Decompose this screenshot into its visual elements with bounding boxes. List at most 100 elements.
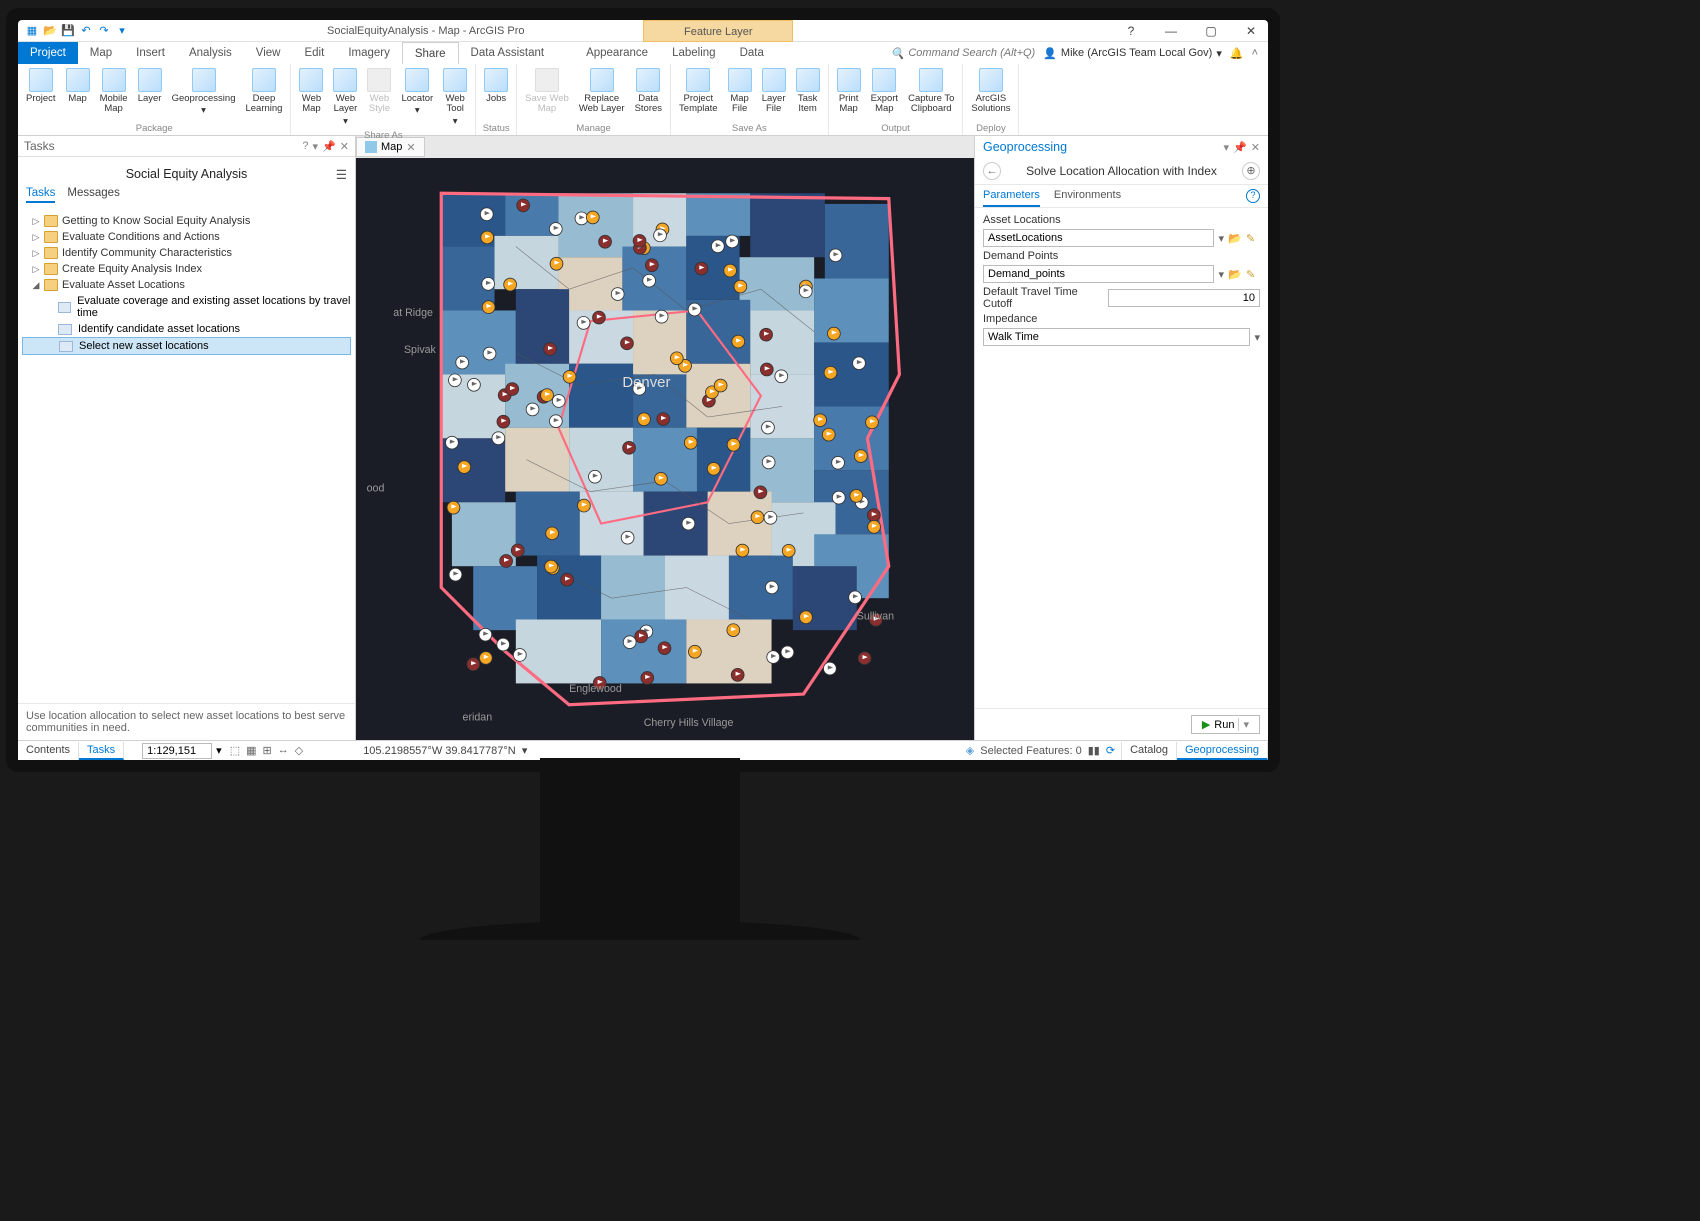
- ribbon-layer-file[interactable]: Layer File: [758, 66, 790, 122]
- task-group[interactable]: ▷Create Equity Analysis Index: [22, 261, 351, 277]
- dropdown-icon[interactable]: ▾: [216, 744, 222, 757]
- ribbon-project[interactable]: Project: [22, 66, 60, 122]
- new-project-icon[interactable]: ▦: [24, 23, 40, 39]
- demand-points-input[interactable]: [983, 265, 1214, 283]
- menu-imagery[interactable]: Imagery: [336, 42, 402, 64]
- status-tab-tasks[interactable]: Tasks: [79, 742, 124, 760]
- notifications-icon[interactable]: 🔔: [1230, 47, 1244, 60]
- menu-data-assistant[interactable]: Data Assistant: [459, 42, 557, 64]
- select-tool-icon[interactable]: ⬚: [230, 744, 240, 757]
- status-tab-contents[interactable]: Contents: [18, 742, 79, 760]
- tab-tasks[interactable]: Tasks: [26, 187, 55, 203]
- tool-help-icon[interactable]: ?: [1246, 189, 1260, 203]
- ribbon-locator[interactable]: Locator▾: [397, 66, 437, 129]
- menu-labeling[interactable]: Labeling: [660, 42, 727, 64]
- ribbon-web-tool[interactable]: Web Tool▾: [439, 66, 471, 129]
- pause-icon[interactable]: ▮▮: [1088, 744, 1100, 757]
- tab-parameters[interactable]: Parameters: [983, 189, 1040, 207]
- tab-messages[interactable]: Messages: [67, 187, 119, 203]
- menu-share[interactable]: Share: [402, 42, 459, 64]
- svg-text:ood: ood: [367, 483, 385, 495]
- expand-icon[interactable]: ▷: [32, 248, 40, 259]
- expand-icon[interactable]: ▷: [32, 216, 40, 227]
- minimize-icon[interactable]: —: [1158, 24, 1184, 38]
- scale-input[interactable]: [142, 743, 212, 759]
- dynamic-icon[interactable]: ◇: [295, 744, 303, 757]
- dropdown-icon[interactable]: ▾: [1218, 268, 1224, 281]
- dropdown-icon[interactable]: ▾: [1224, 141, 1230, 154]
- command-search[interactable]: 🔍 Command Search (Alt+Q): [891, 47, 1036, 60]
- ribbon-map[interactable]: Map: [62, 66, 94, 122]
- ribbon-print-map[interactable]: Print Map: [833, 66, 865, 122]
- user-menu[interactable]: 👤 Mike (ArcGIS Team Local Gov) ▾: [1043, 47, 1222, 60]
- menu-map[interactable]: Map: [78, 42, 124, 64]
- ribbon-export-map[interactable]: Export Map: [867, 66, 902, 122]
- menu-view[interactable]: View: [244, 42, 293, 64]
- menu-icon[interactable]: ☰: [336, 167, 347, 182]
- task-group[interactable]: ▷Identify Community Characteristics: [22, 245, 351, 261]
- browse-icon[interactable]: 📂: [1228, 268, 1242, 281]
- ribbon-collapse-icon[interactable]: ˄: [1252, 47, 1258, 59]
- browse-icon[interactable]: 📂: [1228, 232, 1242, 245]
- expand-icon[interactable]: ▷: [32, 232, 40, 243]
- ribbon-deep-learning[interactable]: Deep Learning: [241, 66, 286, 122]
- menu-insert[interactable]: Insert: [124, 42, 177, 64]
- undo-icon[interactable]: ↶: [78, 23, 94, 39]
- map-canvas[interactable]: Denver at Ridge Spivak ood Englewood Che…: [356, 158, 974, 740]
- ribbon-arcgis-solutions[interactable]: ArcGIS Solutions: [967, 66, 1014, 122]
- dropdown-icon[interactable]: ▾: [1254, 331, 1260, 344]
- cutoff-input[interactable]: [1108, 289, 1260, 307]
- qat-more-icon[interactable]: ▾: [114, 23, 130, 39]
- asset-locations-input[interactable]: [983, 229, 1214, 247]
- dropdown-icon[interactable]: ▾: [1218, 232, 1224, 245]
- menu-appearance[interactable]: Appearance: [574, 42, 660, 64]
- run-button[interactable]: ▶ Run ▾: [1191, 715, 1260, 734]
- ribbon-task-item[interactable]: Task Item: [792, 66, 824, 122]
- redo-icon[interactable]: ↷: [96, 23, 112, 39]
- ribbon-geoprocessing[interactable]: Geoprocessing▾: [168, 66, 240, 122]
- task-group[interactable]: ▷Evaluate Conditions and Actions: [22, 229, 351, 245]
- grid-icon[interactable]: ▦: [246, 744, 256, 757]
- collapse-icon[interactable]: ◢: [32, 280, 40, 291]
- close-icon[interactable]: ✕: [1238, 24, 1264, 38]
- ribbon-data-stores[interactable]: Data Stores: [631, 66, 666, 122]
- ribbon-replace-web-layer[interactable]: Replace Web Layer: [575, 66, 629, 122]
- menu-analysis[interactable]: Analysis: [177, 42, 244, 64]
- ribbon-project-template[interactable]: Project Template: [675, 66, 722, 122]
- constraints-icon[interactable]: ↔: [278, 744, 289, 757]
- task-group[interactable]: ▷Getting to Know Social Equity Analysis: [22, 213, 351, 229]
- back-button[interactable]: ←: [983, 162, 1001, 180]
- autohide-icon[interactable]: 📌: [1233, 141, 1247, 154]
- edit-icon[interactable]: ✎: [1246, 268, 1260, 281]
- status-tab-geoprocessing[interactable]: Geoprocessing: [1177, 742, 1268, 760]
- edit-icon[interactable]: ✎: [1246, 232, 1260, 245]
- task-step[interactable]: Identify candidate asset locations: [22, 321, 351, 337]
- impedance-input[interactable]: [983, 328, 1250, 346]
- chevron-down-icon: ▾: [343, 117, 348, 127]
- task-step[interactable]: Evaluate coverage and existing asset loc…: [22, 293, 351, 321]
- ribbon-capture-clipboard[interactable]: Capture To Clipboard: [904, 66, 958, 122]
- task-group-expanded[interactable]: ◢Evaluate Asset Locations: [22, 277, 351, 293]
- project-menu[interactable]: Project: [18, 42, 78, 64]
- snapping-icon[interactable]: ⊞: [263, 744, 272, 757]
- ribbon-web-map[interactable]: Web Map: [295, 66, 327, 129]
- menu-edit[interactable]: Edit: [292, 42, 336, 64]
- help-icon[interactable]: ?: [1118, 24, 1144, 38]
- task-step-selected[interactable]: Select new asset locations: [22, 337, 351, 355]
- open-project-icon[interactable]: 📂: [42, 23, 58, 39]
- refresh-icon[interactable]: ⟳: [1106, 744, 1115, 757]
- ribbon-map-file[interactable]: Map File: [724, 66, 756, 122]
- ribbon-web-layer[interactable]: Web Layer▾: [329, 66, 361, 129]
- ribbon-mobile-map[interactable]: Mobile Map: [96, 66, 132, 122]
- save-icon[interactable]: 💾: [60, 23, 76, 39]
- close-pane-icon[interactable]: ✕: [1251, 141, 1260, 154]
- status-tab-catalog[interactable]: Catalog: [1122, 742, 1177, 760]
- maximize-icon[interactable]: ▢: [1198, 24, 1224, 38]
- expand-icon[interactable]: ▷: [32, 264, 40, 275]
- add-button[interactable]: ⊕: [1242, 162, 1260, 180]
- menu-data[interactable]: Data: [728, 42, 776, 64]
- tab-environments[interactable]: Environments: [1054, 189, 1121, 207]
- ribbon-layer[interactable]: Layer: [134, 66, 166, 122]
- ribbon-jobs[interactable]: Jobs: [480, 66, 512, 122]
- close-tab-icon[interactable]: ✕: [406, 141, 415, 154]
